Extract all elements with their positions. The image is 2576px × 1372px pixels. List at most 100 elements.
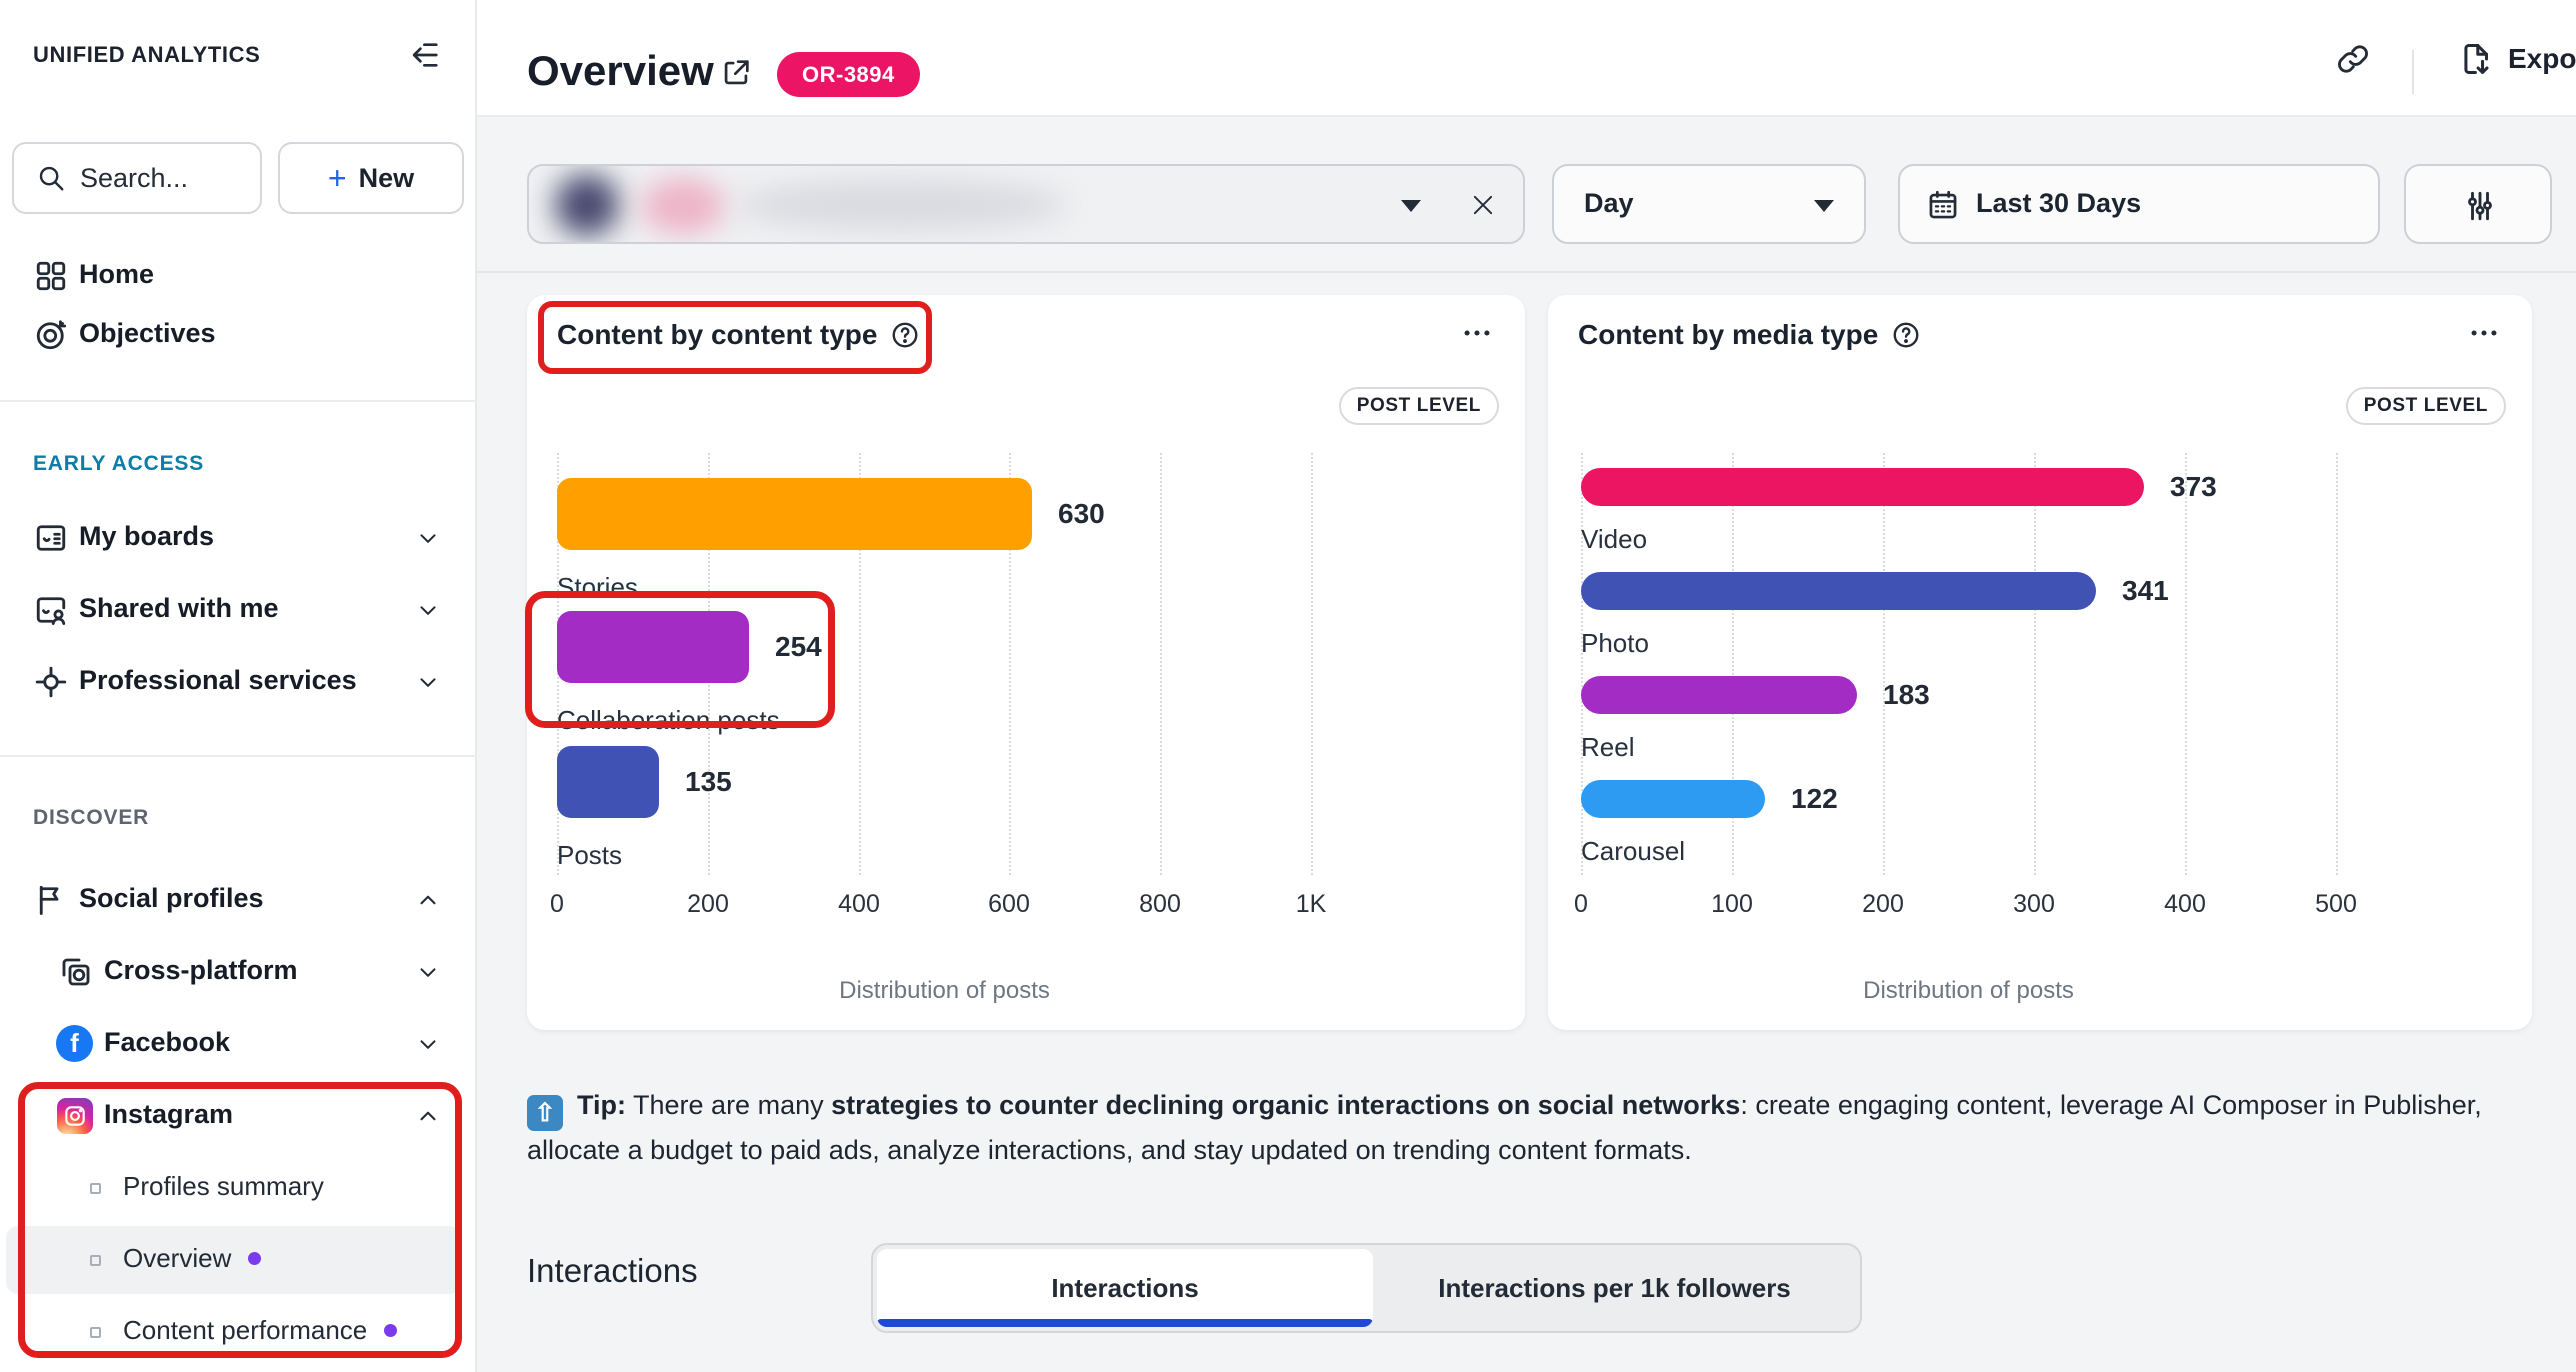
axis-label: Distribution of posts	[1581, 977, 2356, 1005]
bar[interactable]	[557, 611, 749, 683]
sidebar-item-label: Home	[79, 259, 154, 290]
cross-platform-icon	[58, 954, 94, 990]
sidebar-item-home[interactable]: Home	[0, 245, 477, 307]
bar-group[interactable]: 373 Video	[1581, 468, 2356, 555]
bar[interactable]	[1581, 468, 2144, 506]
axis-tick: 200	[687, 890, 729, 919]
flag-icon	[33, 882, 69, 918]
sidebar-item-shared-with-me[interactable]: Shared with me	[0, 579, 477, 641]
brand-logo: UNIFIED ANALYTICS	[33, 42, 260, 68]
bar-plot: 373 Video 341 Photo 183 Reel 122 Carouse…	[1581, 445, 2356, 875]
bar-group[interactable]: 135 Posts	[557, 746, 1332, 871]
bar-label: Stories	[557, 572, 1332, 603]
help-icon[interactable]	[890, 320, 920, 350]
new-button[interactable]: + New	[278, 142, 464, 214]
sidebar-item-label: Shared with me	[79, 593, 279, 624]
shared-board-icon	[33, 592, 69, 628]
export-button[interactable]: Export	[2458, 0, 2576, 117]
app-screen: UNIFIED ANALYTICS Search... + New Home	[0, 0, 2576, 1372]
axis-tick: 200	[1862, 890, 1904, 919]
bar[interactable]	[1581, 780, 1765, 818]
page-title: Overview	[527, 47, 714, 95]
chevron-up-icon[interactable]	[415, 1103, 441, 1129]
bar-value: 135	[685, 746, 732, 818]
blurred-profile-name	[737, 180, 1067, 230]
sidebar-item-objectives[interactable]: Objectives	[0, 304, 477, 366]
axis-tick: 1K	[1296, 890, 1327, 919]
ellipsis-icon	[2467, 316, 2501, 350]
bar[interactable]	[1581, 572, 2096, 610]
sidebar-item-my-boards[interactable]: My boards	[0, 507, 477, 569]
header-separator	[2412, 50, 2414, 94]
sidebar-item-social-profiles[interactable]: Social profiles	[0, 869, 477, 931]
tab-interactions[interactable]: Interactions	[877, 1249, 1373, 1327]
search-input[interactable]: Search...	[12, 142, 262, 214]
sidebar-item-instagram[interactable]: Instagram	[0, 1085, 477, 1147]
bullet-icon	[90, 1327, 101, 1338]
chevron-up-icon[interactable]	[415, 887, 441, 913]
bar-value: 122	[1791, 780, 1838, 818]
bar[interactable]	[1581, 676, 1857, 714]
close-icon[interactable]	[1469, 191, 1497, 219]
caret-down-icon[interactable]	[1401, 200, 1421, 212]
sidebar-item-label: Profiles summary	[123, 1171, 324, 1202]
bar-group[interactable]: 254 Collaboration posts	[557, 611, 1332, 736]
sidebar-item-professional-services[interactable]: Professional services	[0, 651, 477, 713]
plus-icon: +	[328, 163, 347, 193]
axis-tick: 500	[2315, 890, 2357, 919]
chevron-down-icon[interactable]	[415, 597, 441, 623]
sidebar-item-content-performance[interactable]: Content performance	[0, 1301, 477, 1363]
granularity-select[interactable]: Day	[1552, 164, 1866, 244]
sidebar-item-cross-platform[interactable]: Cross-platform	[0, 941, 477, 1003]
card-menu-button[interactable]	[2462, 311, 2506, 355]
tab-label: Interactions per 1k followers	[1438, 1273, 1791, 1303]
bar-label: Photo	[1581, 628, 2356, 659]
axis-tick: 0	[1574, 890, 1588, 919]
bar-plot: 630 Stories 254 Collaboration posts 135 …	[557, 445, 1332, 875]
chevron-down-icon[interactable]	[415, 1031, 441, 1057]
sidebar-item-facebook[interactable]: f Facebook	[0, 1013, 477, 1075]
date-range-button[interactable]: Last 30 Days	[1898, 164, 2380, 244]
bar-label: Collaboration posts	[557, 705, 1332, 736]
bullet-icon	[90, 1255, 101, 1266]
sidebar-item-label: Facebook	[104, 1027, 230, 1058]
external-link-icon[interactable]	[719, 56, 753, 90]
profile-select[interactable]	[527, 164, 1525, 244]
tab-interactions-per-1k[interactable]: Interactions per 1k followers	[1373, 1249, 1856, 1327]
bar-group[interactable]: 122 Carousel	[1581, 780, 2356, 867]
bar[interactable]	[557, 746, 659, 818]
help-icon[interactable]	[1891, 320, 1921, 350]
tab-label: Interactions	[1051, 1273, 1198, 1303]
card-menu-button[interactable]	[1455, 311, 1499, 355]
bar-value: 341	[2122, 572, 2169, 610]
sidebar-item-label: Social profiles	[79, 883, 264, 914]
tip-text: ⇧Tip: There are many strategies to count…	[527, 1086, 2517, 1169]
copy-link-button[interactable]	[2335, 0, 2371, 117]
sidebar-item-overview[interactable]: Overview	[0, 1229, 477, 1291]
axis-tick: 300	[2013, 890, 2055, 919]
bar-group[interactable]: 183 Reel	[1581, 676, 2356, 763]
collapse-sidebar-button[interactable]	[403, 36, 441, 74]
bar-group[interactable]: 341 Photo	[1581, 572, 2356, 659]
blurred-avatar	[555, 174, 619, 236]
link-icon	[2335, 41, 2371, 77]
export-label: Export	[2508, 43, 2576, 75]
advanced-filters-button[interactable]	[2404, 164, 2552, 244]
bar-group[interactable]: 630 Stories	[557, 478, 1332, 603]
notification-dot	[384, 1324, 397, 1337]
chevron-down-icon[interactable]	[415, 669, 441, 695]
notification-dot	[248, 1252, 261, 1265]
axis-tick: 600	[988, 890, 1030, 919]
chevron-down-icon[interactable]	[415, 525, 441, 551]
sidebar-item-label: Cross-platform	[104, 955, 298, 986]
services-icon	[33, 664, 69, 700]
axis-tick: 100	[1711, 890, 1753, 919]
new-button-label: New	[359, 163, 415, 194]
bar-label: Video	[1581, 524, 2356, 555]
sidebar-divider	[0, 755, 477, 757]
chevron-down-icon[interactable]	[415, 959, 441, 985]
bar[interactable]	[557, 478, 1032, 550]
chart-title: Content by content type	[557, 319, 920, 351]
report-id-badge: OR-3894	[777, 52, 920, 97]
sidebar-item-profiles-summary[interactable]: Profiles summary	[0, 1157, 477, 1219]
